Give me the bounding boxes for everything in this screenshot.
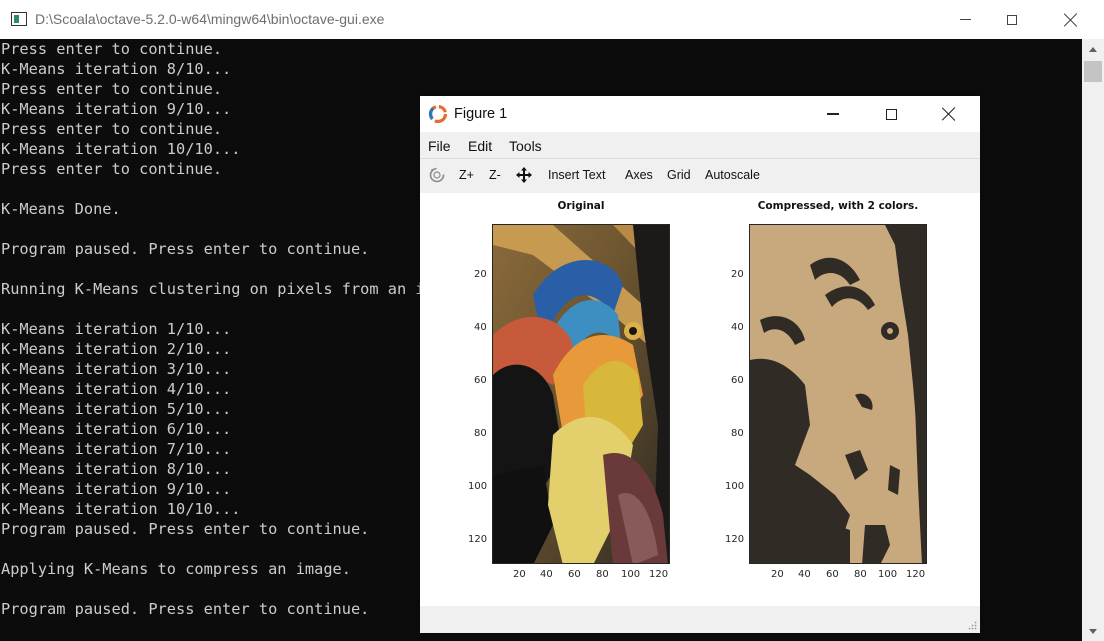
insert-text-button[interactable]: Insert Text	[548, 168, 605, 182]
zoom-in-button[interactable]: Z+	[459, 168, 474, 182]
minimize-icon	[827, 113, 839, 115]
tick-y: 100	[725, 481, 745, 492]
maximize-icon	[885, 108, 897, 120]
rotate-3d-icon[interactable]	[428, 166, 446, 184]
console-line: Press enter to continue.	[1, 120, 223, 138]
compressed-image-axes[interactable]	[749, 224, 927, 564]
maximize-icon	[1007, 14, 1017, 25]
console-line: K-Means iteration 7/10...	[1, 440, 232, 458]
console-line: K-Means iteration 3/10...	[1, 360, 232, 378]
tick-x: 20	[771, 569, 784, 580]
console-line: K-Means iteration 9/10...	[1, 480, 232, 498]
tick-x: 40	[540, 569, 553, 580]
console-scrollbar[interactable]	[1082, 39, 1104, 641]
console-line: K-Means iteration 8/10...	[1, 60, 232, 78]
console-line: K-Means iteration 10/10...	[1, 500, 241, 518]
scroll-up-arrow-icon	[1089, 46, 1097, 52]
tick-y: 120	[468, 534, 488, 545]
console-line: K-Means iteration 5/10...	[1, 400, 232, 418]
console-titlebar: D:\Scoala\octave-5.2.0-w64\mingw64\bin\o…	[0, 0, 1104, 40]
menu-edit[interactable]: Edit	[468, 138, 492, 154]
pan-move-icon[interactable]	[515, 166, 533, 184]
tick-x: 20	[513, 569, 526, 580]
tick-y: 80	[474, 428, 487, 439]
console-line: K-Means Done.	[1, 200, 121, 218]
tick-y: 80	[731, 428, 744, 439]
tick-y: 20	[474, 269, 487, 280]
console-line: K-Means iteration 2/10...	[1, 340, 232, 358]
tick-x: 100	[621, 569, 641, 580]
scroll-down-arrow-icon	[1089, 628, 1097, 634]
console-line: Running K-Means clustering on pixels fro…	[1, 280, 471, 298]
figure-statusbar	[420, 606, 980, 633]
figure-toolbar: Z+ Z- Insert Text Axes Grid Autoscale	[420, 158, 980, 194]
original-image-axes[interactable]	[492, 224, 670, 564]
scroll-down-button[interactable]	[1082, 621, 1104, 641]
resize-grip-icon[interactable]	[967, 620, 977, 630]
figure-menubar: File Edit Tools	[420, 132, 980, 158]
console-line: K-Means iteration 8/10...	[1, 460, 232, 478]
compressed-bird-image	[750, 225, 926, 563]
tick-y: 100	[468, 481, 488, 492]
tick-x: 100	[878, 569, 898, 580]
tick-x: 120	[906, 569, 926, 580]
menu-tools[interactable]: Tools	[509, 138, 542, 154]
tick-y: 60	[474, 375, 487, 386]
tick-x: 60	[568, 569, 581, 580]
console-line: K-Means iteration 4/10...	[1, 380, 232, 398]
console-app-icon	[11, 12, 27, 26]
subplot-title-compressed: Compressed, with 2 colors.	[757, 200, 919, 212]
figure-maximize-button[interactable]	[868, 96, 914, 132]
tick-y: 20	[731, 269, 744, 280]
octave-logo-icon	[428, 104, 448, 124]
console-line: Program paused. Press enter to continue.	[1, 240, 370, 258]
console-line: K-Means iteration 9/10...	[1, 100, 232, 118]
console-line: Press enter to continue.	[1, 40, 223, 58]
tick-y: 40	[474, 322, 487, 333]
tick-y: 120	[725, 534, 745, 545]
tick-x: 80	[854, 569, 867, 580]
autoscale-button[interactable]: Autoscale	[705, 168, 760, 182]
console-line: K-Means iteration 10/10...	[1, 140, 241, 158]
tick-x: 80	[596, 569, 609, 580]
console-maximize-button[interactable]	[989, 0, 1035, 39]
figure-titlebar: Figure 1	[420, 96, 980, 132]
grid-button[interactable]: Grid	[667, 168, 691, 182]
figure-window: Figure 1 File Edit Tools Z+ Z- Insert Te…	[420, 96, 980, 633]
figure-window-title: Figure 1	[454, 106, 508, 122]
console-line: Program paused. Press enter to continue.	[1, 600, 370, 618]
console-window-title: D:\Scoala\octave-5.2.0-w64\mingw64\bin\o…	[35, 11, 385, 27]
close-icon	[1064, 13, 1078, 27]
console-line: K-Means iteration 6/10...	[1, 420, 232, 438]
console-close-button[interactable]	[1048, 0, 1094, 39]
tick-x: 40	[798, 569, 811, 580]
axes-button[interactable]: Axes	[625, 168, 653, 182]
subplot-title-original: Original	[557, 200, 605, 212]
console-line: Program paused. Press enter to continue.	[1, 520, 370, 538]
console-minimize-button[interactable]	[942, 0, 988, 39]
console-line: Applying K-Means to compress an image.	[1, 560, 351, 578]
tick-x: 120	[649, 569, 669, 580]
scroll-up-button[interactable]	[1082, 39, 1104, 59]
menu-file[interactable]: File	[428, 138, 451, 154]
console-line: Press enter to continue.	[1, 160, 223, 178]
scrollbar-thumb[interactable]	[1084, 61, 1102, 82]
console-line: K-Means iteration 1/10...	[1, 320, 232, 338]
original-bird-image	[493, 225, 669, 563]
minimize-icon	[959, 19, 971, 20]
figure-minimize-button[interactable]	[810, 96, 856, 132]
tick-y: 60	[731, 375, 744, 386]
console-line: Press enter to continue.	[1, 80, 223, 98]
figure-close-button[interactable]	[926, 96, 972, 132]
tick-x: 60	[826, 569, 839, 580]
close-icon	[942, 107, 956, 121]
figure-canvas[interactable]: Original 20 40 60 80 100 120 20 40 60 80…	[420, 193, 980, 606]
zoom-out-button[interactable]: Z-	[489, 168, 501, 182]
tick-y: 40	[731, 322, 744, 333]
